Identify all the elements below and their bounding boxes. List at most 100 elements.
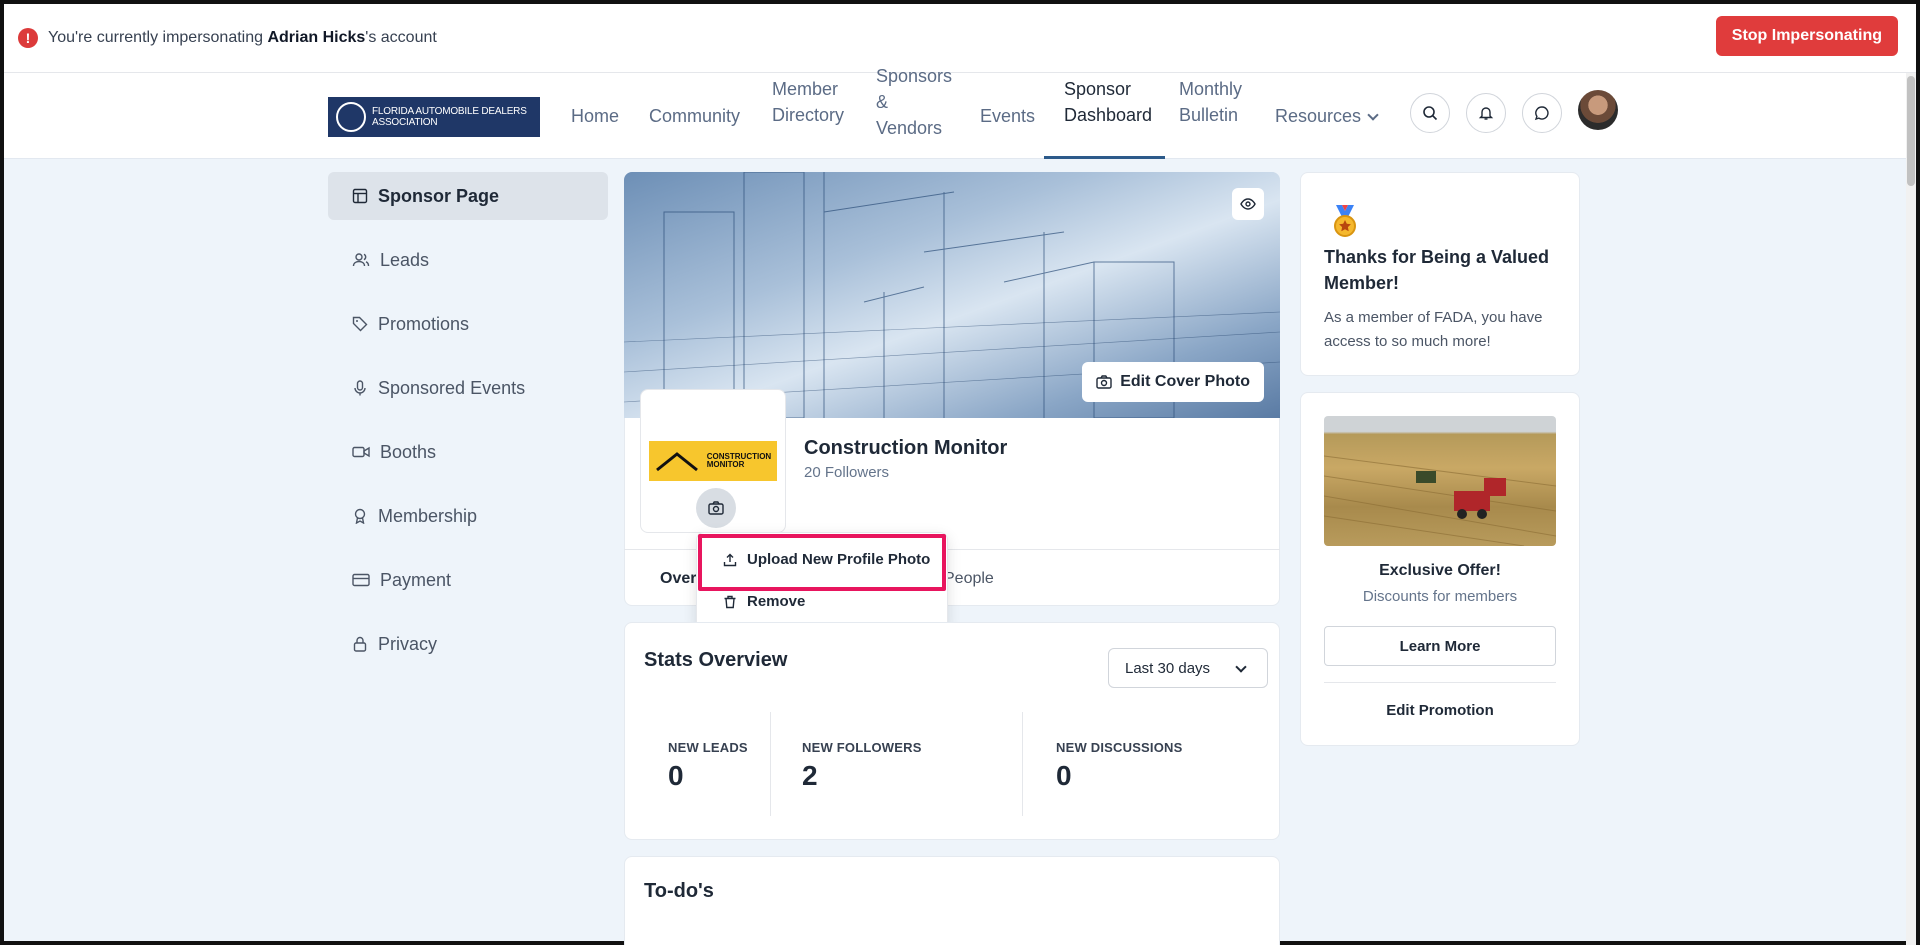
nav-community[interactable]: Community (649, 103, 740, 129)
harvest-field-image (1324, 455, 1556, 546)
sidebar-item-leads[interactable]: Leads (328, 236, 608, 284)
promotion-divider (1324, 682, 1556, 683)
alert-icon: ! (18, 28, 38, 48)
nav-dashboard-line1: Sponsor (1064, 79, 1132, 99)
nav-sponsors-line1: Sponsors (876, 66, 953, 86)
chevron-down-icon (1235, 661, 1247, 673)
impersonation-suffix: 's account (365, 29, 437, 46)
stat-label-new-discussions: NEW DISCUSSIONS (1056, 740, 1183, 755)
trash-icon (724, 595, 736, 608)
user-avatar[interactable] (1578, 90, 1618, 130)
sidebar-item-label: Membership (378, 505, 478, 526)
stop-impersonating-button[interactable]: Stop Impersonating (1715, 16, 1898, 56)
sidebar-item-label: Leads (380, 249, 430, 270)
nav-sponsors-line2: & (876, 92, 889, 112)
search-button[interactable] (1410, 93, 1450, 133)
impersonation-prefix: You're currently impersonating (48, 29, 268, 46)
learn-more-button[interactable]: Learn More (1324, 626, 1556, 666)
nav-dashboard-line2: Dashboard (1064, 105, 1153, 125)
active-nav-indicator (1044, 156, 1165, 159)
sidebar-item-payment[interactable]: Payment (328, 556, 608, 604)
impersonated-user: Adrian Hicks (267, 29, 366, 46)
todo-title: To-do's (644, 880, 714, 902)
profile-photo-box: CONSTRUCTION MONITOR (640, 389, 786, 533)
site-logo[interactable]: FLORIDA AUTOMOBILE DEALERS ASSOCIATION (328, 97, 540, 137)
nav-sponsors-line3: Vendors (876, 118, 943, 138)
cover-photo: Edit Cover Photo (624, 172, 1280, 418)
scrollbar-thumb[interactable] (1907, 76, 1915, 186)
stat-divider (770, 712, 771, 816)
stat-value-new-leads: 0 (668, 760, 684, 791)
sidebar-item-booths[interactable]: Booths (328, 428, 608, 476)
nav-bulletin-line1: Monthly (1179, 79, 1243, 99)
nav-resources-label: Resources (1275, 106, 1362, 126)
search-icon (1423, 106, 1438, 121)
company-logo: CONSTRUCTION MONITOR (649, 441, 777, 481)
camera-icon (1096, 375, 1112, 389)
messages-button[interactable] (1522, 93, 1562, 133)
sidebar-item-label: Booths (380, 441, 437, 462)
credit-card-icon (352, 573, 370, 587)
layout-icon (352, 188, 368, 204)
sidebar-item-sponsored-events[interactable]: Sponsored Events (328, 364, 608, 412)
users-icon (352, 253, 370, 267)
logo-emblem-icon (336, 102, 366, 132)
tag-icon (352, 316, 368, 332)
stat-label-new-leads: NEW LEADS (668, 740, 748, 755)
sidebar-item-sponsor-page[interactable]: Sponsor Page (328, 172, 608, 220)
highlight-box (698, 534, 946, 591)
tab-people[interactable]: People (944, 570, 994, 588)
stat-divider (1022, 712, 1023, 816)
lock-icon (353, 636, 367, 652)
microphone-icon (354, 380, 366, 396)
nav-sponsors-vendors[interactable]: Sponsors & Vendors (876, 63, 952, 141)
nav-member-line1: Member (772, 79, 839, 99)
nav-member-line2: Directory (772, 105, 845, 125)
promotion-title: Exclusive Offer! (1379, 562, 1501, 579)
nav-sponsor-dashboard[interactable]: Sponsor Dashboard (1064, 76, 1152, 128)
welcome-title: Thanks for Being a Valued Member! (1324, 247, 1550, 293)
nav-bulletin-line2: Bulletin (1179, 105, 1239, 125)
sidebar-item-label: Privacy (378, 633, 438, 654)
nav-monthly-bulletin[interactable]: Monthly Bulletin (1179, 76, 1242, 128)
nav-home[interactable]: Home (571, 103, 619, 129)
stat-value-new-discussions: 0 (1056, 760, 1072, 791)
nav-member-directory[interactable]: Member Directory (772, 76, 844, 128)
promotion-image (1324, 416, 1556, 546)
followers-count: 20 Followers (804, 464, 890, 481)
nav-events[interactable]: Events (980, 103, 1035, 129)
impersonation-bar: ! You're currently impersonating Adrian … (4, 4, 1916, 73)
medal-icon (1334, 205, 1356, 237)
date-range-select[interactable]: Last 30 days (1108, 648, 1268, 688)
todo-card (624, 856, 1280, 945)
nav-resources[interactable]: Resources (1275, 103, 1379, 129)
sidebar-item-promotions[interactable]: Promotions (328, 300, 608, 348)
camera-icon (708, 501, 724, 515)
impersonation-message: You're currently impersonating Adrian Hi… (48, 29, 437, 47)
video-icon (352, 446, 370, 458)
edit-promotion-link[interactable]: Edit Promotion (1324, 702, 1556, 719)
edit-cover-photo-button[interactable]: Edit Cover Photo (1082, 362, 1264, 402)
sidebar-item-label: Promotions (378, 313, 470, 334)
promotion-subtitle: Discounts for members (1362, 588, 1518, 605)
page-scrollbar[interactable] (1906, 73, 1916, 945)
stat-value-new-followers: 2 (802, 760, 818, 791)
sidebar-item-label: Sponsored Events (378, 377, 526, 398)
logo-line2: MONITOR (706, 460, 745, 469)
preview-button[interactable] (1232, 188, 1264, 220)
stats-title: Stats Overview (644, 649, 788, 671)
company-logo-text: CONSTRUCTION MONITOR (703, 453, 771, 469)
sidebar-item-privacy[interactable]: Privacy (328, 620, 608, 668)
logo-text: FLORIDA AUTOMOBILE DEALERS ASSOCIATION (372, 106, 527, 128)
sidebar-item-membership[interactable]: Membership (328, 492, 608, 540)
remove-profile-photo-option[interactable]: Remove (723, 593, 805, 610)
eye-icon (1240, 198, 1256, 210)
bell-icon (1478, 107, 1494, 120)
edit-cover-label: Edit Cover Photo (1120, 373, 1250, 390)
remove-label: Remove (747, 593, 806, 610)
stat-label-new-followers: NEW FOLLOWERS (802, 740, 922, 755)
company-name: Construction Monitor (804, 437, 1008, 459)
change-profile-photo-button[interactable] (696, 488, 736, 528)
notifications-button[interactable] (1466, 93, 1506, 133)
roof-icon (655, 452, 698, 472)
